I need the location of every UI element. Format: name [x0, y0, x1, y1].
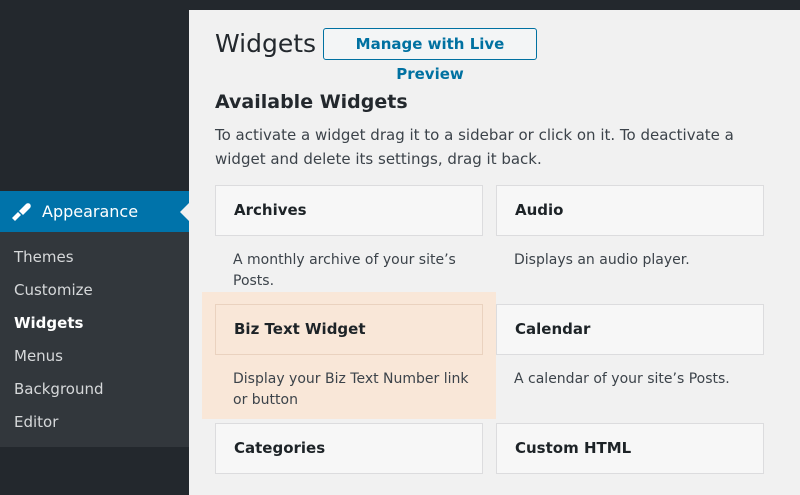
widget-description: Display your Biz Text Number link or but… [233, 371, 469, 408]
widget-biz-text[interactable]: Biz Text Widget [215, 304, 483, 355]
widget-title: Biz Text Widget [234, 320, 366, 338]
submenu-item-editor[interactable]: Editor [14, 412, 58, 432]
widget-archives[interactable]: Archives [215, 185, 483, 236]
widget-description: Displays an audio player. [514, 252, 690, 268]
submenu-item-customize[interactable]: Customize [14, 280, 93, 300]
widget-categories[interactable]: Categories [215, 423, 483, 474]
admin-sidebar: Appearance Themes Customize Widgets Menu… [0, 0, 189, 495]
widget-calendar[interactable]: Calendar [496, 304, 764, 355]
menu-item-appearance-label: Appearance [42, 202, 139, 221]
widget-custom-html[interactable]: Custom HTML [496, 423, 764, 474]
current-menu-arrow [180, 203, 189, 221]
widget-title: Categories [234, 439, 326, 457]
widget-description: A monthly archive of your site’s Posts. [233, 252, 456, 289]
available-widgets-title: Available Widgets [215, 91, 408, 113]
widget-audio[interactable]: Audio [496, 185, 764, 236]
submenu-item-widgets[interactable]: Widgets [14, 313, 83, 333]
submenu-item-background[interactable]: Background [14, 379, 104, 399]
available-widgets-description: To activate a widget drag it to a sideba… [215, 126, 734, 168]
paintbrush-icon [12, 203, 31, 221]
manage-live-preview-button[interactable]: Manage with Live Preview [323, 28, 537, 83]
appearance-submenu: Themes Customize Widgets Menus Backgroun… [0, 232, 189, 447]
menu-item-appearance[interactable]: Appearance [0, 191, 189, 232]
widget-title: Audio [515, 201, 564, 219]
admin-top-bar [189, 0, 800, 10]
submenu-item-themes[interactable]: Themes [14, 247, 74, 267]
widget-title: Archives [234, 201, 307, 219]
submenu-item-menus[interactable]: Menus [14, 346, 63, 366]
widget-title: Custom HTML [515, 439, 632, 457]
page-title: Widgets [215, 29, 317, 58]
widget-description: A calendar of your site’s Posts. [514, 371, 730, 387]
widget-title: Calendar [515, 320, 591, 338]
